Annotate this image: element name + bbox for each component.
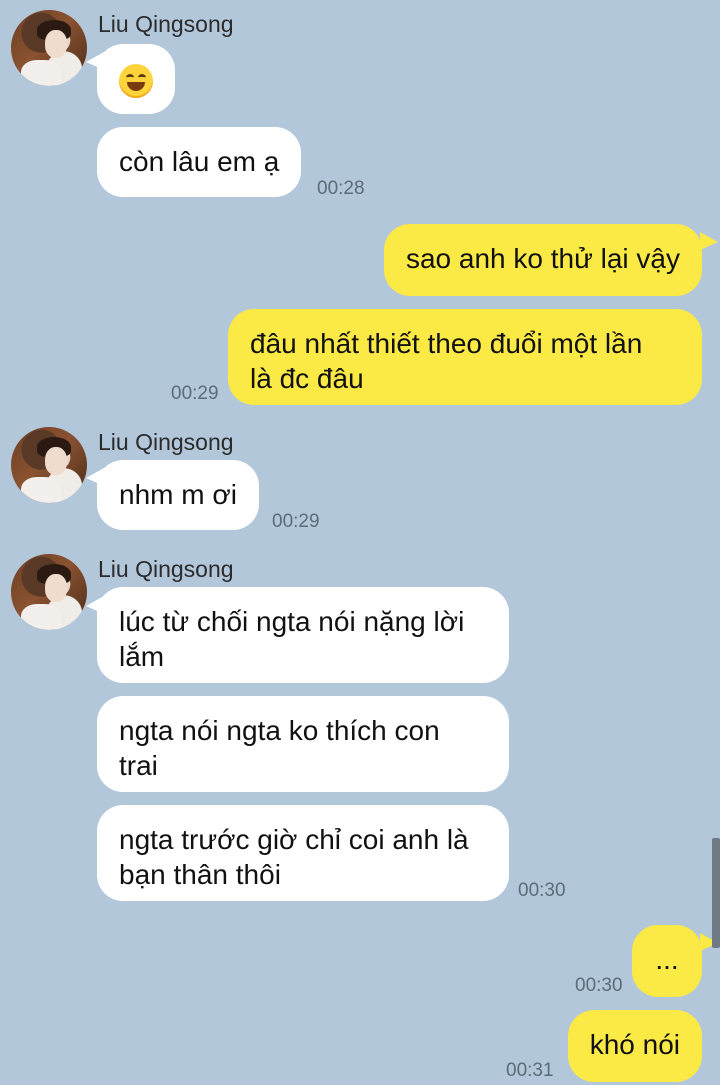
message-bubble[interactable]: lúc từ chối ngta nói nặng lời lắm — [97, 587, 509, 683]
message-time: 00:29 — [272, 511, 320, 532]
message-text-line: đâu nhất thiết theo đuổi một lần — [250, 328, 643, 359]
chat-view[interactable]: Liu Qingsong còn lâu em ạ 00:28 sao anh … — [0, 0, 720, 1085]
bubble-tail — [700, 232, 718, 250]
message-text-line: trai — [119, 750, 158, 781]
avatar[interactable] — [11, 10, 87, 86]
message-bubble-outgoing[interactable]: khó nói — [567, 1010, 702, 1082]
message-text-line: lúc từ chối ngta nói nặng lời — [119, 606, 465, 637]
message-bubble[interactable]: nhm m ơi — [97, 460, 259, 530]
emoji-eye — [138, 73, 146, 81]
avatar[interactable] — [11, 554, 87, 630]
message-time: 00:28 — [317, 178, 365, 199]
message-time: 00:31 — [506, 1060, 554, 1081]
message-time: 00:29 — [171, 383, 219, 404]
message-text-line: là đc đâu — [250, 363, 364, 394]
message-text: ... — [655, 944, 679, 975]
message-text-line: ngta trước giờ chỉ coi anh là — [119, 824, 469, 855]
sender-name: Liu Qingsong — [98, 556, 234, 582]
message-bubble-outgoing[interactable]: sao anh ko thử lại vậy — [383, 224, 702, 296]
message-bubble[interactable] — [97, 44, 175, 114]
message-time: 00:30 — [575, 975, 623, 996]
message-text-line: ngta nói ngta ko thích con — [119, 715, 440, 746]
message-bubble[interactable]: còn lâu em ạ — [97, 127, 302, 197]
message-time: 00:30 — [518, 880, 566, 901]
scrollbar-thumb[interactable] — [712, 838, 720, 948]
message-bubble-outgoing[interactable]: ... — [632, 925, 702, 997]
avatar-shirt — [21, 477, 61, 503]
message-text: sao anh ko thử lại vậy — [405, 243, 680, 274]
avatar-shirt — [21, 604, 61, 630]
grinning-face-emoji-icon — [119, 63, 153, 98]
message-bubble[interactable]: ngta nói ngta ko thích con trai — [97, 696, 509, 792]
avatar-shirt — [21, 60, 61, 86]
avatar-face — [45, 574, 67, 602]
emoji-eye — [126, 73, 134, 81]
avatar-face — [45, 447, 67, 475]
message-text-line: lắm — [119, 641, 165, 672]
message-text: còn lâu em ạ — [119, 146, 280, 177]
emoji-mouth — [127, 81, 145, 91]
message-text: khó nói — [589, 1029, 680, 1060]
message-text: nhm m ơi — [119, 479, 237, 510]
avatar[interactable] — [11, 427, 87, 503]
avatar-face — [45, 30, 67, 58]
message-bubble-outgoing[interactable]: đâu nhất thiết theo đuổi một lần là đc đ… — [228, 309, 702, 405]
message-bubble[interactable]: ngta trước giờ chỉ coi anh là bạn thân t… — [97, 805, 509, 901]
sender-name: Liu Qingsong — [98, 11, 234, 37]
sender-name: Liu Qingsong — [98, 429, 234, 455]
message-text-line: bạn thân thôi — [119, 859, 281, 890]
